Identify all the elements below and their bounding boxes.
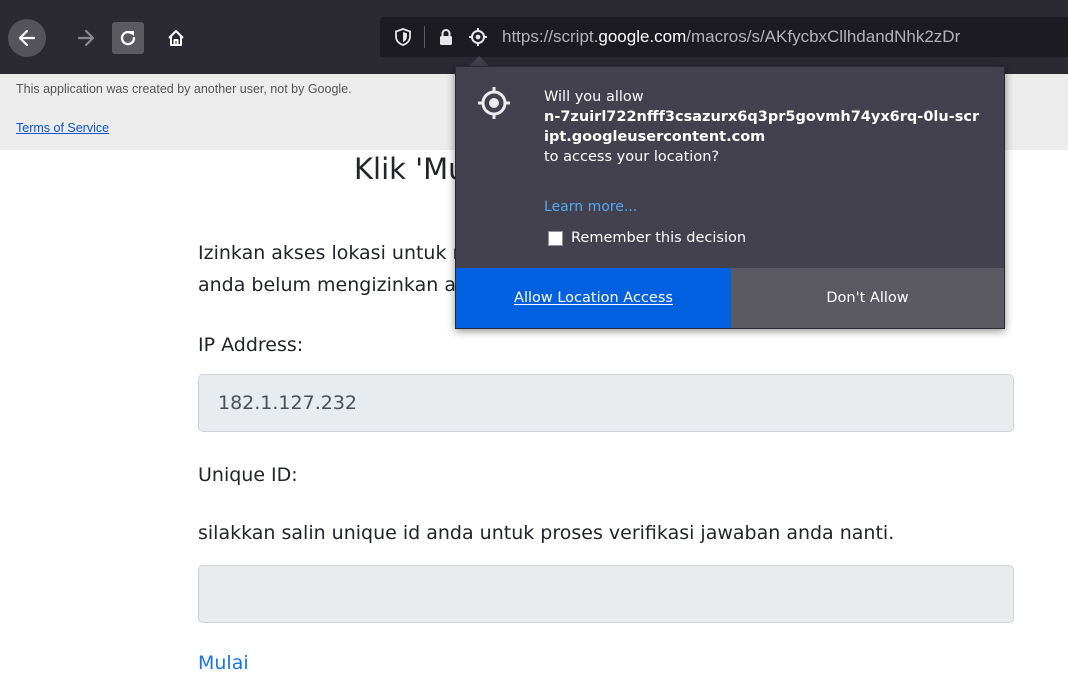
unique-id-label: Unique ID: xyxy=(198,464,298,486)
allow-location-label: Allow Location Access xyxy=(514,290,673,306)
popup-requesting-host: n-7zuirl722nfff3csazurx6q3pr5govmh74yx6r… xyxy=(544,109,980,145)
dont-allow-label: Don't Allow xyxy=(826,290,909,306)
remember-decision-label: Remember this decision xyxy=(571,230,747,246)
browser-toolbar: https://script.google.com/macros/s/AKfyc… xyxy=(0,0,1068,74)
allow-location-button[interactable]: Allow Location Access xyxy=(456,268,731,328)
url-divider xyxy=(424,26,425,48)
popup-message: Will you allow n-7zuirl722nfff3csazurx6q… xyxy=(544,87,994,167)
terms-of-service-link[interactable]: Terms of Service xyxy=(16,121,109,135)
ip-address-label: IP Address: xyxy=(198,334,304,356)
home-icon xyxy=(168,30,184,46)
back-button[interactable] xyxy=(8,19,46,57)
popup-button-row: Allow Location Access Don't Allow xyxy=(456,268,1004,328)
url-text[interactable]: https://script.google.com/macros/s/AKfyc… xyxy=(502,17,1068,57)
unique-id-field[interactable] xyxy=(198,565,1014,623)
url-path: /macros/s/AKfycbxCllhdandNhk2zDr xyxy=(686,27,961,46)
unique-id-hint: silakkan salin unique id anda untuk pros… xyxy=(198,522,895,544)
dont-allow-button[interactable]: Don't Allow xyxy=(731,268,1004,328)
lock-icon[interactable] xyxy=(435,17,457,57)
forward-arrow-icon xyxy=(77,29,95,47)
banner-notice: This application was created by another … xyxy=(16,82,352,96)
back-arrow-icon xyxy=(18,29,36,47)
remember-decision-checkbox[interactable] xyxy=(548,230,563,246)
ip-address-field[interactable]: 182.1.127.232 xyxy=(198,374,1014,432)
start-link[interactable]: Mulai xyxy=(198,652,249,674)
reload-icon xyxy=(120,30,136,46)
home-button[interactable] xyxy=(160,22,192,54)
location-permission-popup: Will you allow n-7zuirl722nfff3csazurx6q… xyxy=(455,66,1005,329)
forward-button[interactable] xyxy=(70,22,102,54)
popup-message-prefix: Will you allow xyxy=(544,89,644,105)
learn-more-link[interactable]: Learn more... xyxy=(544,199,637,215)
location-icon[interactable] xyxy=(465,17,491,57)
url-domain: google.com xyxy=(598,27,687,46)
shield-icon[interactable] xyxy=(390,17,416,57)
remember-decision-option[interactable]: Remember this decision xyxy=(548,230,746,246)
location-icon xyxy=(478,87,510,119)
popup-message-suffix: to access your location? xyxy=(544,149,720,165)
url-prefix: https://script. xyxy=(502,27,599,46)
reload-button[interactable] xyxy=(112,22,144,54)
address-bar[interactable]: https://script.google.com/macros/s/AKfyc… xyxy=(380,17,1068,57)
